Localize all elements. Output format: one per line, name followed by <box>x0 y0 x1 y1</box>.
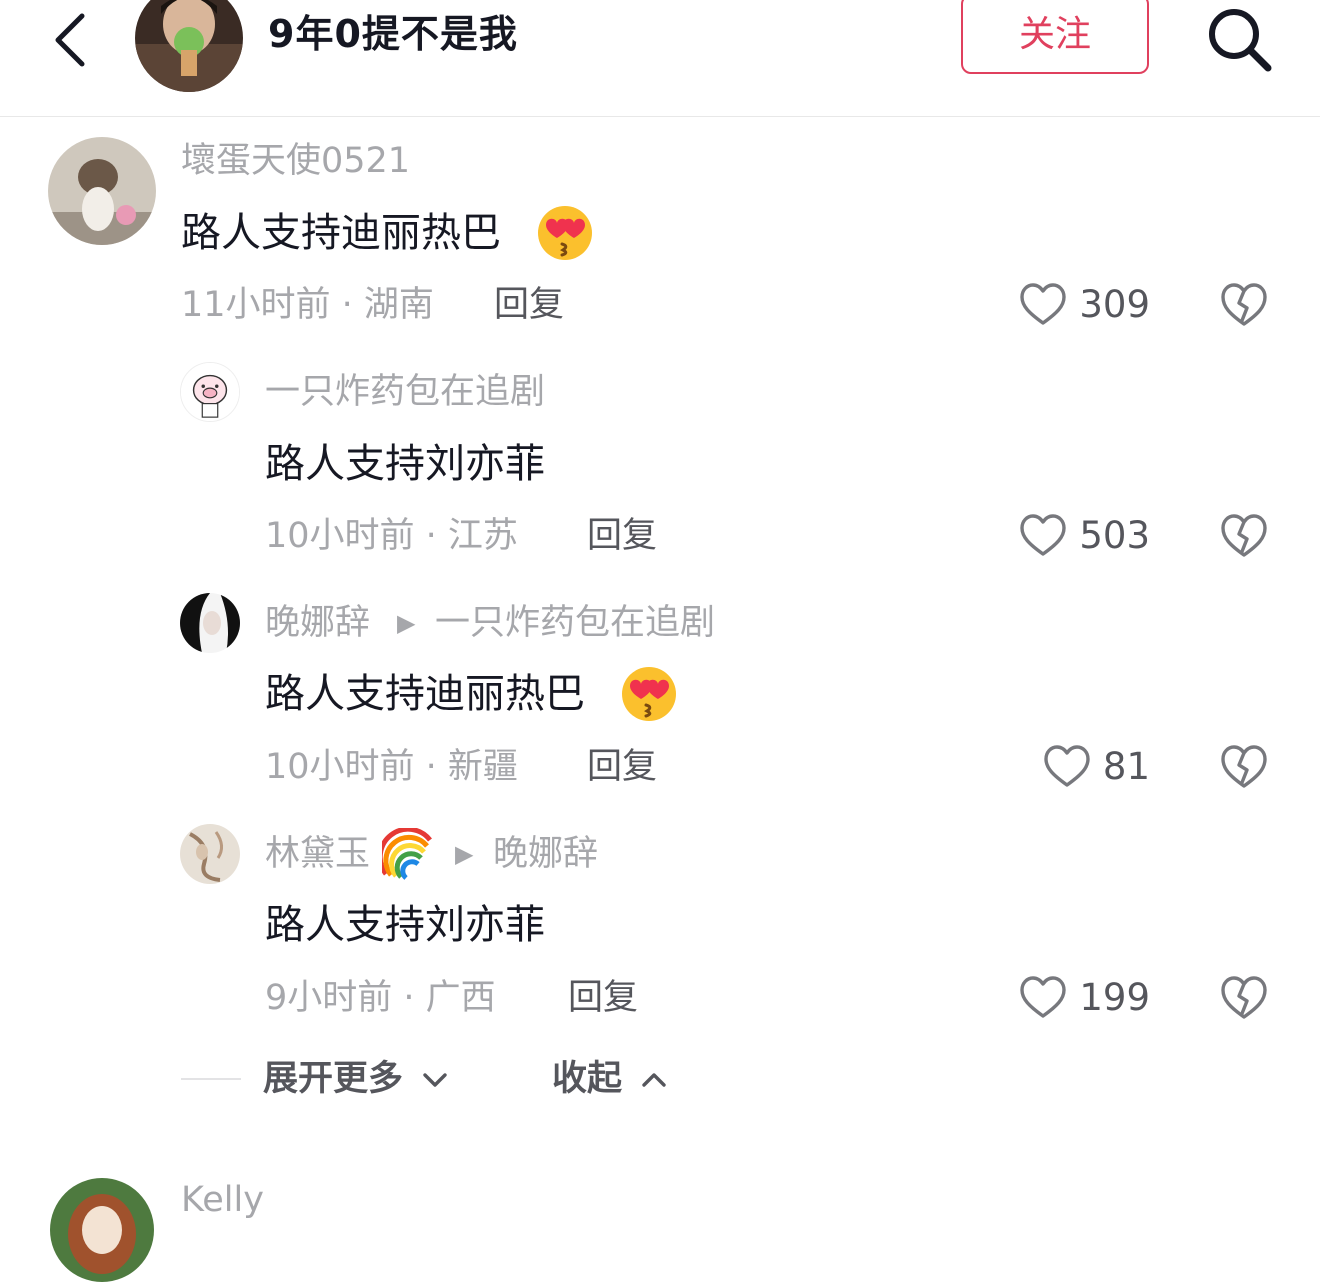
comment-meta: 11小时前 · 湖南 <box>181 285 434 325</box>
comment-meta: 10小时前 · 江苏 <box>265 516 518 556</box>
comment-text: 路人支持刘亦菲 <box>265 902 545 948</box>
commenter-name[interactable]: 一只炸药包在追剧 <box>265 368 545 416</box>
reply-button[interactable]: 回复 <box>587 512 657 560</box>
reply-to-arrow-icon: ▶ <box>455 840 474 868</box>
header-divider <box>0 116 1320 117</box>
thread-divider-line <box>181 1078 241 1080</box>
reply-button[interactable]: 回复 <box>494 281 564 329</box>
heart-eyes-kiss-emoji-icon <box>536 204 594 262</box>
search-icon[interactable] <box>1202 2 1274 74</box>
heart-icon <box>1044 745 1090 787</box>
comment-text: 路人支持迪丽热巴 <box>181 210 501 256</box>
reply-to-arrow-icon: ▶ <box>397 609 416 637</box>
like-button[interactable]: 503 <box>990 510 1150 562</box>
collapse-label: 收起 <box>552 1059 623 1099</box>
comment-text: 路人支持刘亦菲 <box>265 441 545 487</box>
commenter-avatar[interactable] <box>180 824 240 884</box>
commenter-name[interactable]: Kelly <box>181 1176 264 1224</box>
reply-to-name[interactable]: 一只炸药包在追剧 <box>435 599 715 647</box>
chevron-down-icon <box>423 1073 447 1087</box>
like-count: 81 <box>1102 745 1150 788</box>
comment-meta: 9小时前 · 广西 <box>265 978 496 1018</box>
expand-more-label: 展开更多 <box>263 1059 404 1099</box>
like-button[interactable]: 81 <box>990 741 1150 793</box>
expand-more-button[interactable]: 展开更多 <box>263 1055 449 1103</box>
top-bar: 9年0提不是我 关注 <box>0 0 1320 116</box>
chevron-up-icon <box>642 1073 666 1087</box>
heart-eyes-kiss-emoji-icon <box>620 665 678 723</box>
heart-icon <box>1020 283 1067 325</box>
back-arrow-icon[interactable] <box>44 6 100 70</box>
broken-heart-icon[interactable] <box>1219 281 1269 329</box>
commenter-name[interactable]: 壞蛋天使0521 <box>181 137 410 185</box>
commenter-name[interactable]: 林黛玉 <box>265 830 370 878</box>
commenter-name[interactable]: 晚娜辞 <box>265 599 370 647</box>
comment-meta: 10小时前 · 新疆 <box>265 747 518 787</box>
commenter-avatar[interactable] <box>180 362 240 422</box>
like-button[interactable]: 309 <box>990 279 1150 331</box>
like-count: 309 <box>1079 283 1150 326</box>
broken-heart-icon[interactable] <box>1219 743 1269 791</box>
commenter-avatar[interactable] <box>180 593 240 653</box>
reply-to-name[interactable]: 晚娜辞 <box>493 830 598 878</box>
follow-button[interactable]: 关注 <box>961 0 1149 74</box>
reply-button[interactable]: 回复 <box>568 974 638 1022</box>
heart-icon <box>1020 514 1067 556</box>
like-button[interactable]: 199 <box>990 972 1150 1024</box>
like-count: 199 <box>1079 976 1150 1019</box>
like-count: 503 <box>1079 514 1150 557</box>
commenter-avatar[interactable] <box>48 137 156 245</box>
author-name: 9年0提不是我 <box>268 12 518 56</box>
reply-button[interactable]: 回复 <box>587 743 657 791</box>
author-avatar[interactable] <box>135 0 243 92</box>
rainbow-emoji-icon <box>377 826 434 880</box>
heart-icon <box>1020 976 1067 1018</box>
broken-heart-icon[interactable] <box>1219 974 1269 1022</box>
commenter-avatar[interactable] <box>50 1178 154 1282</box>
broken-heart-icon[interactable] <box>1219 512 1269 560</box>
collapse-button[interactable]: 收起 <box>552 1055 668 1103</box>
comment-text: 路人支持迪丽热巴 <box>265 671 585 717</box>
